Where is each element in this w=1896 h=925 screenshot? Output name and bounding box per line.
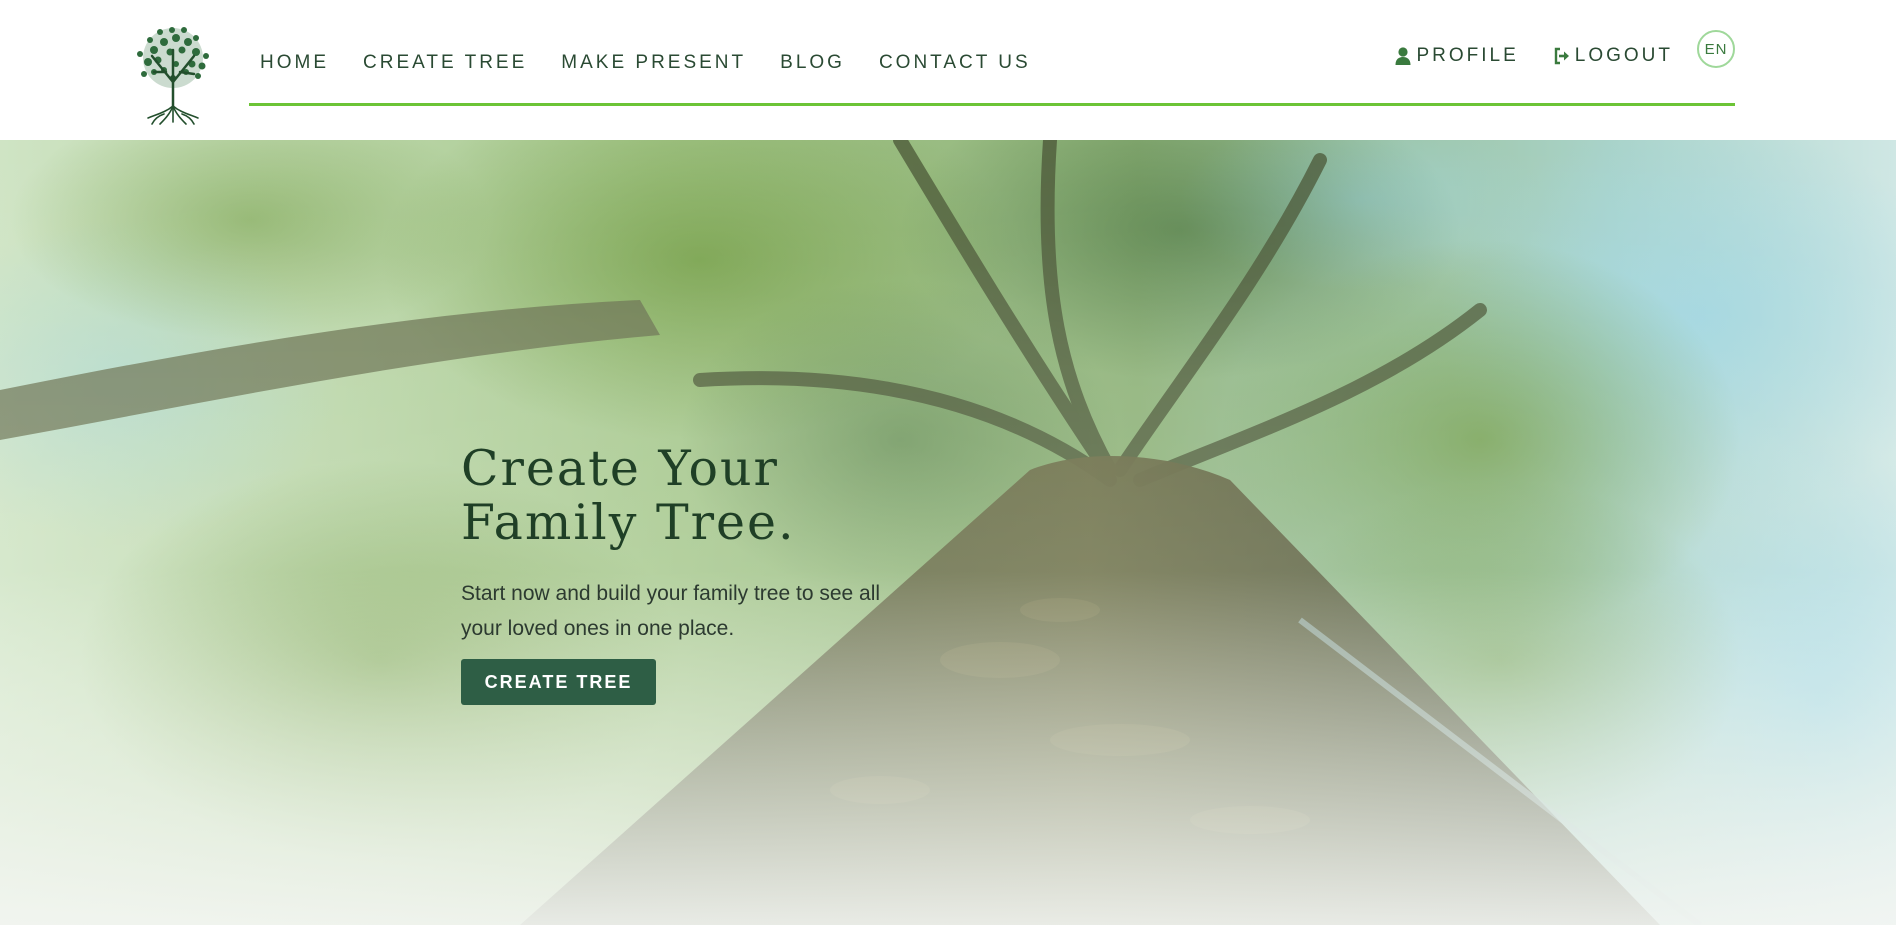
profile-label: PROFILE [1416,45,1519,66]
sign-out-icon [1553,46,1571,66]
user-icon [1394,46,1412,66]
hero-content: Create Your Family Tree. Start now and b… [461,442,921,705]
logout-label: LOGOUT [1574,45,1673,66]
main-nav: HOME CREATE TREE MAKE PRESENT BLOG CONTA… [249,0,1735,106]
nav-blog-link[interactable]: BLOG [780,52,845,74]
site-header: HOME CREATE TREE MAKE PRESENT BLOG CONTA… [0,0,1896,140]
nav-contact-us-link[interactable]: CONTACT US [879,52,1031,74]
nav-home-link[interactable]: HOME [260,52,329,74]
create-tree-button[interactable]: CREATE TREE [461,659,656,705]
nav-create-tree-link[interactable]: CREATE TREE [363,52,527,74]
language-selector[interactable]: EN [1697,30,1735,68]
tree-logo-icon[interactable] [124,20,222,126]
hero-subtitle: Start now and build your family tree to … [461,582,881,640]
hero-section: Create Your Family Tree. Start now and b… [0,140,1896,925]
profile-link[interactable]: PROFILE [1394,45,1518,67]
primary-nav-links: HOME CREATE TREE MAKE PRESENT BLOG CONTA… [260,52,1065,74]
logout-link[interactable]: LOGOUT [1553,45,1673,67]
hero-title: Create Your Family Tree. [461,440,796,551]
hero-background-image [0,140,1896,925]
nav-make-present-link[interactable]: MAKE PRESENT [561,52,746,74]
account-nav: PROFILE LOGOUT EN [1394,30,1735,68]
